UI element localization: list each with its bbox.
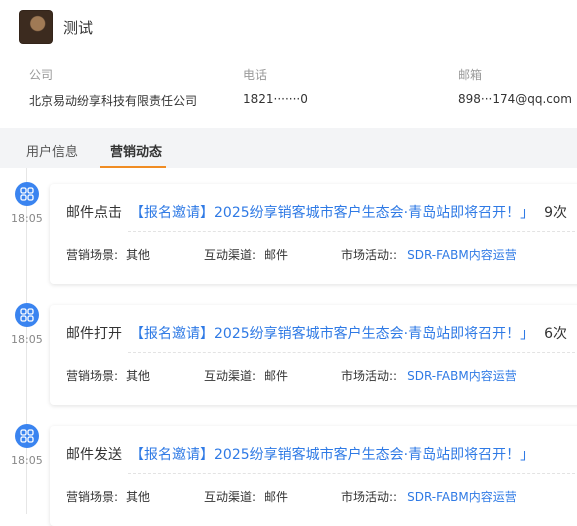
campaign-label: 市场活动:: [341,369,398,383]
campaign-link[interactable]: SDR-FABM内容运营 [407,490,517,504]
campaign-meta: 市场活动:: SDR-FABM内容运营 [341,367,517,384]
scene-label: 营销场景: [66,490,119,504]
channel-label: 互动渠道: [204,369,257,383]
event-time: 18:05 [11,212,43,225]
email-label: 邮箱 [458,68,483,82]
scene-label: 营销场景: [66,248,119,262]
scene-meta: 营销场景: 其他 [66,488,150,505]
channel-meta: 互动渠道: 邮件 [204,246,288,263]
event-card: 邮件发送 【报名邀请】2025纷享销客城市客户生态会·青岛站即将召开！」 营销场景… [50,426,577,526]
event-time: 18:05 [11,454,43,467]
card-divider [128,473,577,474]
channel-label: 互动渠道: [204,248,257,262]
card-divider [128,352,577,353]
event-title: 邮件点击 【报名邀请】2025纷享销客城市客户生态会·青岛站即将召开！」 9次 [66,202,567,222]
campaign-meta: 市场活动:: SDR-FABM内容运营 [341,488,517,505]
grid-apps-icon [15,303,39,327]
event-count: 9次 [544,205,567,221]
campaign-link[interactable]: SDR-FABM内容运营 [407,369,517,383]
scene-value: 其他 [126,369,151,383]
event-link[interactable]: 【报名邀请】2025纷享销客城市客户生态会·青岛站即将召开！」 [130,205,534,221]
channel-value: 邮件 [264,490,289,504]
tab-user-info[interactable]: 用户信息 [26,141,78,160]
channel-label: 互动渠道: [204,490,257,504]
event-link[interactable]: 【报名邀请】2025纷享销客城市客户生态会·青岛站即将召开！」 [130,447,534,463]
phone-label: 电话 [243,68,268,82]
event-action: 邮件打开 [66,326,122,342]
timeline-event: 18:05 邮件点击 【报名邀请】2025纷享销客城市客户生态会·青岛站即将召开！… [0,168,577,284]
scene-value: 其他 [126,248,151,262]
event-link[interactable]: 【报名邀请】2025纷享销客城市客户生态会·青岛站即将召开！」 [130,326,534,342]
user-name: 测试 [63,19,94,37]
event-action: 邮件点击 [66,205,122,221]
event-count: 6次 [544,326,567,342]
event-title: 邮件发送 【报名邀请】2025纷享销客城市客户生态会·青岛站即将召开！」 [66,444,544,464]
scene-meta: 营销场景: 其他 [66,367,150,384]
event-title: 邮件打开 【报名邀请】2025纷享销客城市客户生态会·青岛站即将召开！」 6次 [66,323,567,343]
email-value: 898···174@qq.com [458,92,572,106]
timeline-event: 18:05 邮件发送 【报名邀请】2025纷享销客城市客户生态会·青岛站即将召开！… [0,410,577,526]
grid-apps-icon [15,182,39,206]
company-label: 公司 [29,68,54,82]
channel-meta: 互动渠道: 邮件 [204,488,288,505]
scene-label: 营销场景: [66,369,119,383]
activity-timeline: 18:05 邮件点击 【报名邀请】2025纷享销客城市客户生态会·青岛站即将召开！… [0,168,577,526]
event-time: 18:05 [11,333,43,346]
grid-apps-icon [15,424,39,448]
channel-meta: 互动渠道: 邮件 [204,367,288,384]
channel-value: 邮件 [264,248,289,262]
campaign-label: 市场活动:: [341,248,398,262]
company-value: 北京易动纷享科技有限责任公司 [29,94,198,108]
campaign-label: 市场活动:: [341,490,398,504]
event-action: 邮件发送 [66,447,122,463]
scene-value: 其他 [126,490,151,504]
avatar[interactable] [19,10,53,44]
campaign-meta: 市场活动:: SDR-FABM内容运营 [341,246,517,263]
event-card: 邮件点击 【报名邀请】2025纷享销客城市客户生态会·青岛站即将召开！」 9次 营销… [50,184,577,284]
channel-value: 邮件 [264,369,289,383]
tab-bar: 用户信息 营销动态 [0,128,577,168]
timeline-event: 18:05 邮件打开 【报名邀请】2025纷享销客城市客户生态会·青岛站即将召开！… [0,289,577,405]
card-divider [128,231,577,232]
scene-meta: 营销场景: 其他 [66,246,150,263]
tab-marketing-activity[interactable]: 营销动态 [110,141,162,160]
user-header: 测试 公司 北京易动纷享科技有限责任公司 电话 1821·······0 邮箱 … [0,0,577,128]
event-card: 邮件打开 【报名邀请】2025纷享销客城市客户生态会·青岛站即将召开！」 6次 营销… [50,305,577,405]
phone-value: 1821·······0 [243,92,308,106]
campaign-link[interactable]: SDR-FABM内容运营 [407,248,517,262]
